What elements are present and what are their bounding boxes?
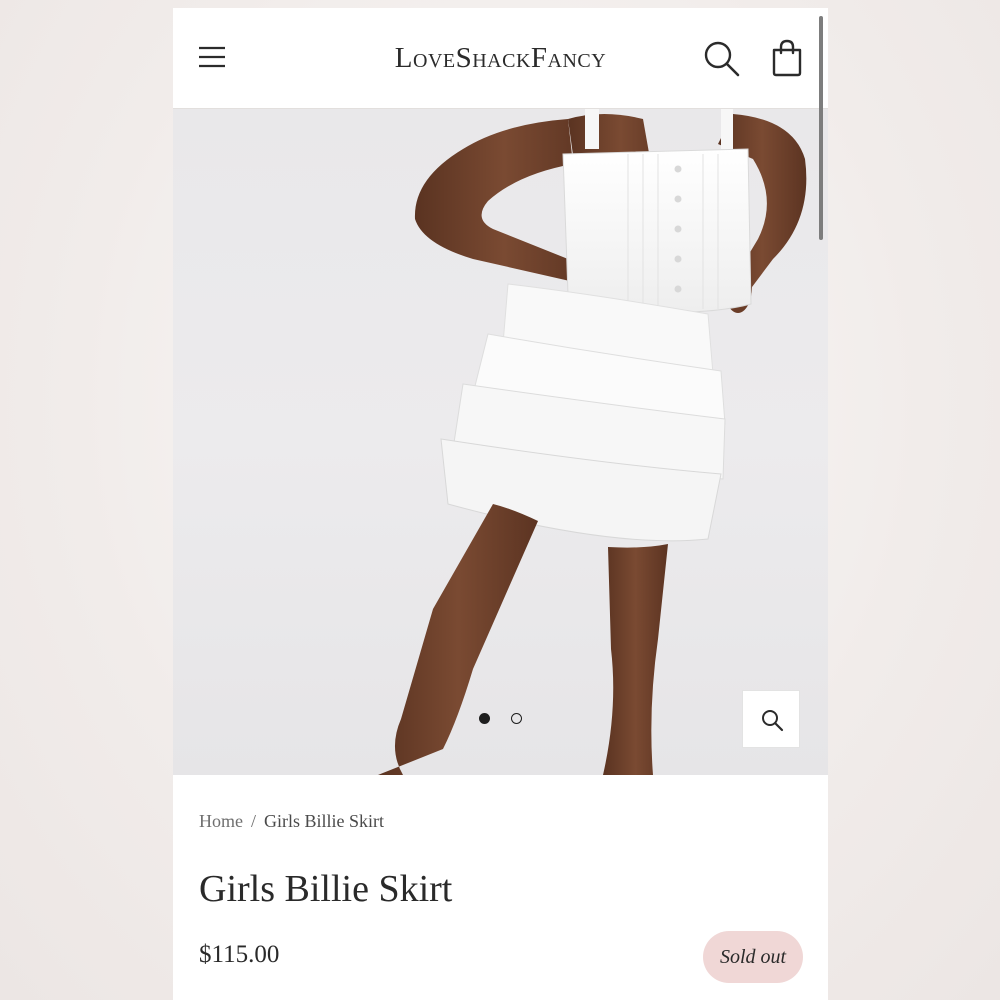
product-title: Girls Billie Skirt — [199, 868, 453, 910]
zoom-search-icon — [762, 710, 784, 732]
breadcrumb-home-link[interactable]: Home — [199, 811, 243, 831]
product-price: $115.00 — [199, 941, 280, 968]
mobile-viewport: LoveShackFancy Home / Girls Billie Skirt… — [173, 8, 828, 1000]
product-photo — [378, 109, 807, 775]
product-info: Home / Girls Billie Skirt Girls Billie Ski… — [173, 775, 828, 1000]
breadcrumb-current: Girls Billie Skirt — [264, 811, 385, 831]
carousel-dot-2[interactable] — [511, 713, 522, 724]
breadcrumb-separator: / — [251, 811, 257, 831]
search-icon[interactable] — [703, 40, 741, 78]
zoom-button[interactable] — [742, 690, 800, 748]
product-image-gallery[interactable] — [173, 109, 828, 775]
sold-out-badge: Sold out — [703, 931, 803, 983]
scrollbar[interactable] — [819, 16, 823, 240]
breadcrumb: Home / Girls Billie Skirt — [199, 811, 384, 832]
site-header: LoveShackFancy — [173, 8, 828, 109]
hamburger-menu-icon[interactable] — [197, 44, 227, 72]
brand-logo[interactable]: LoveShackFancy — [323, 36, 678, 80]
shopping-bag-icon[interactable] — [770, 38, 804, 78]
carousel-dot-1[interactable] — [479, 713, 490, 724]
